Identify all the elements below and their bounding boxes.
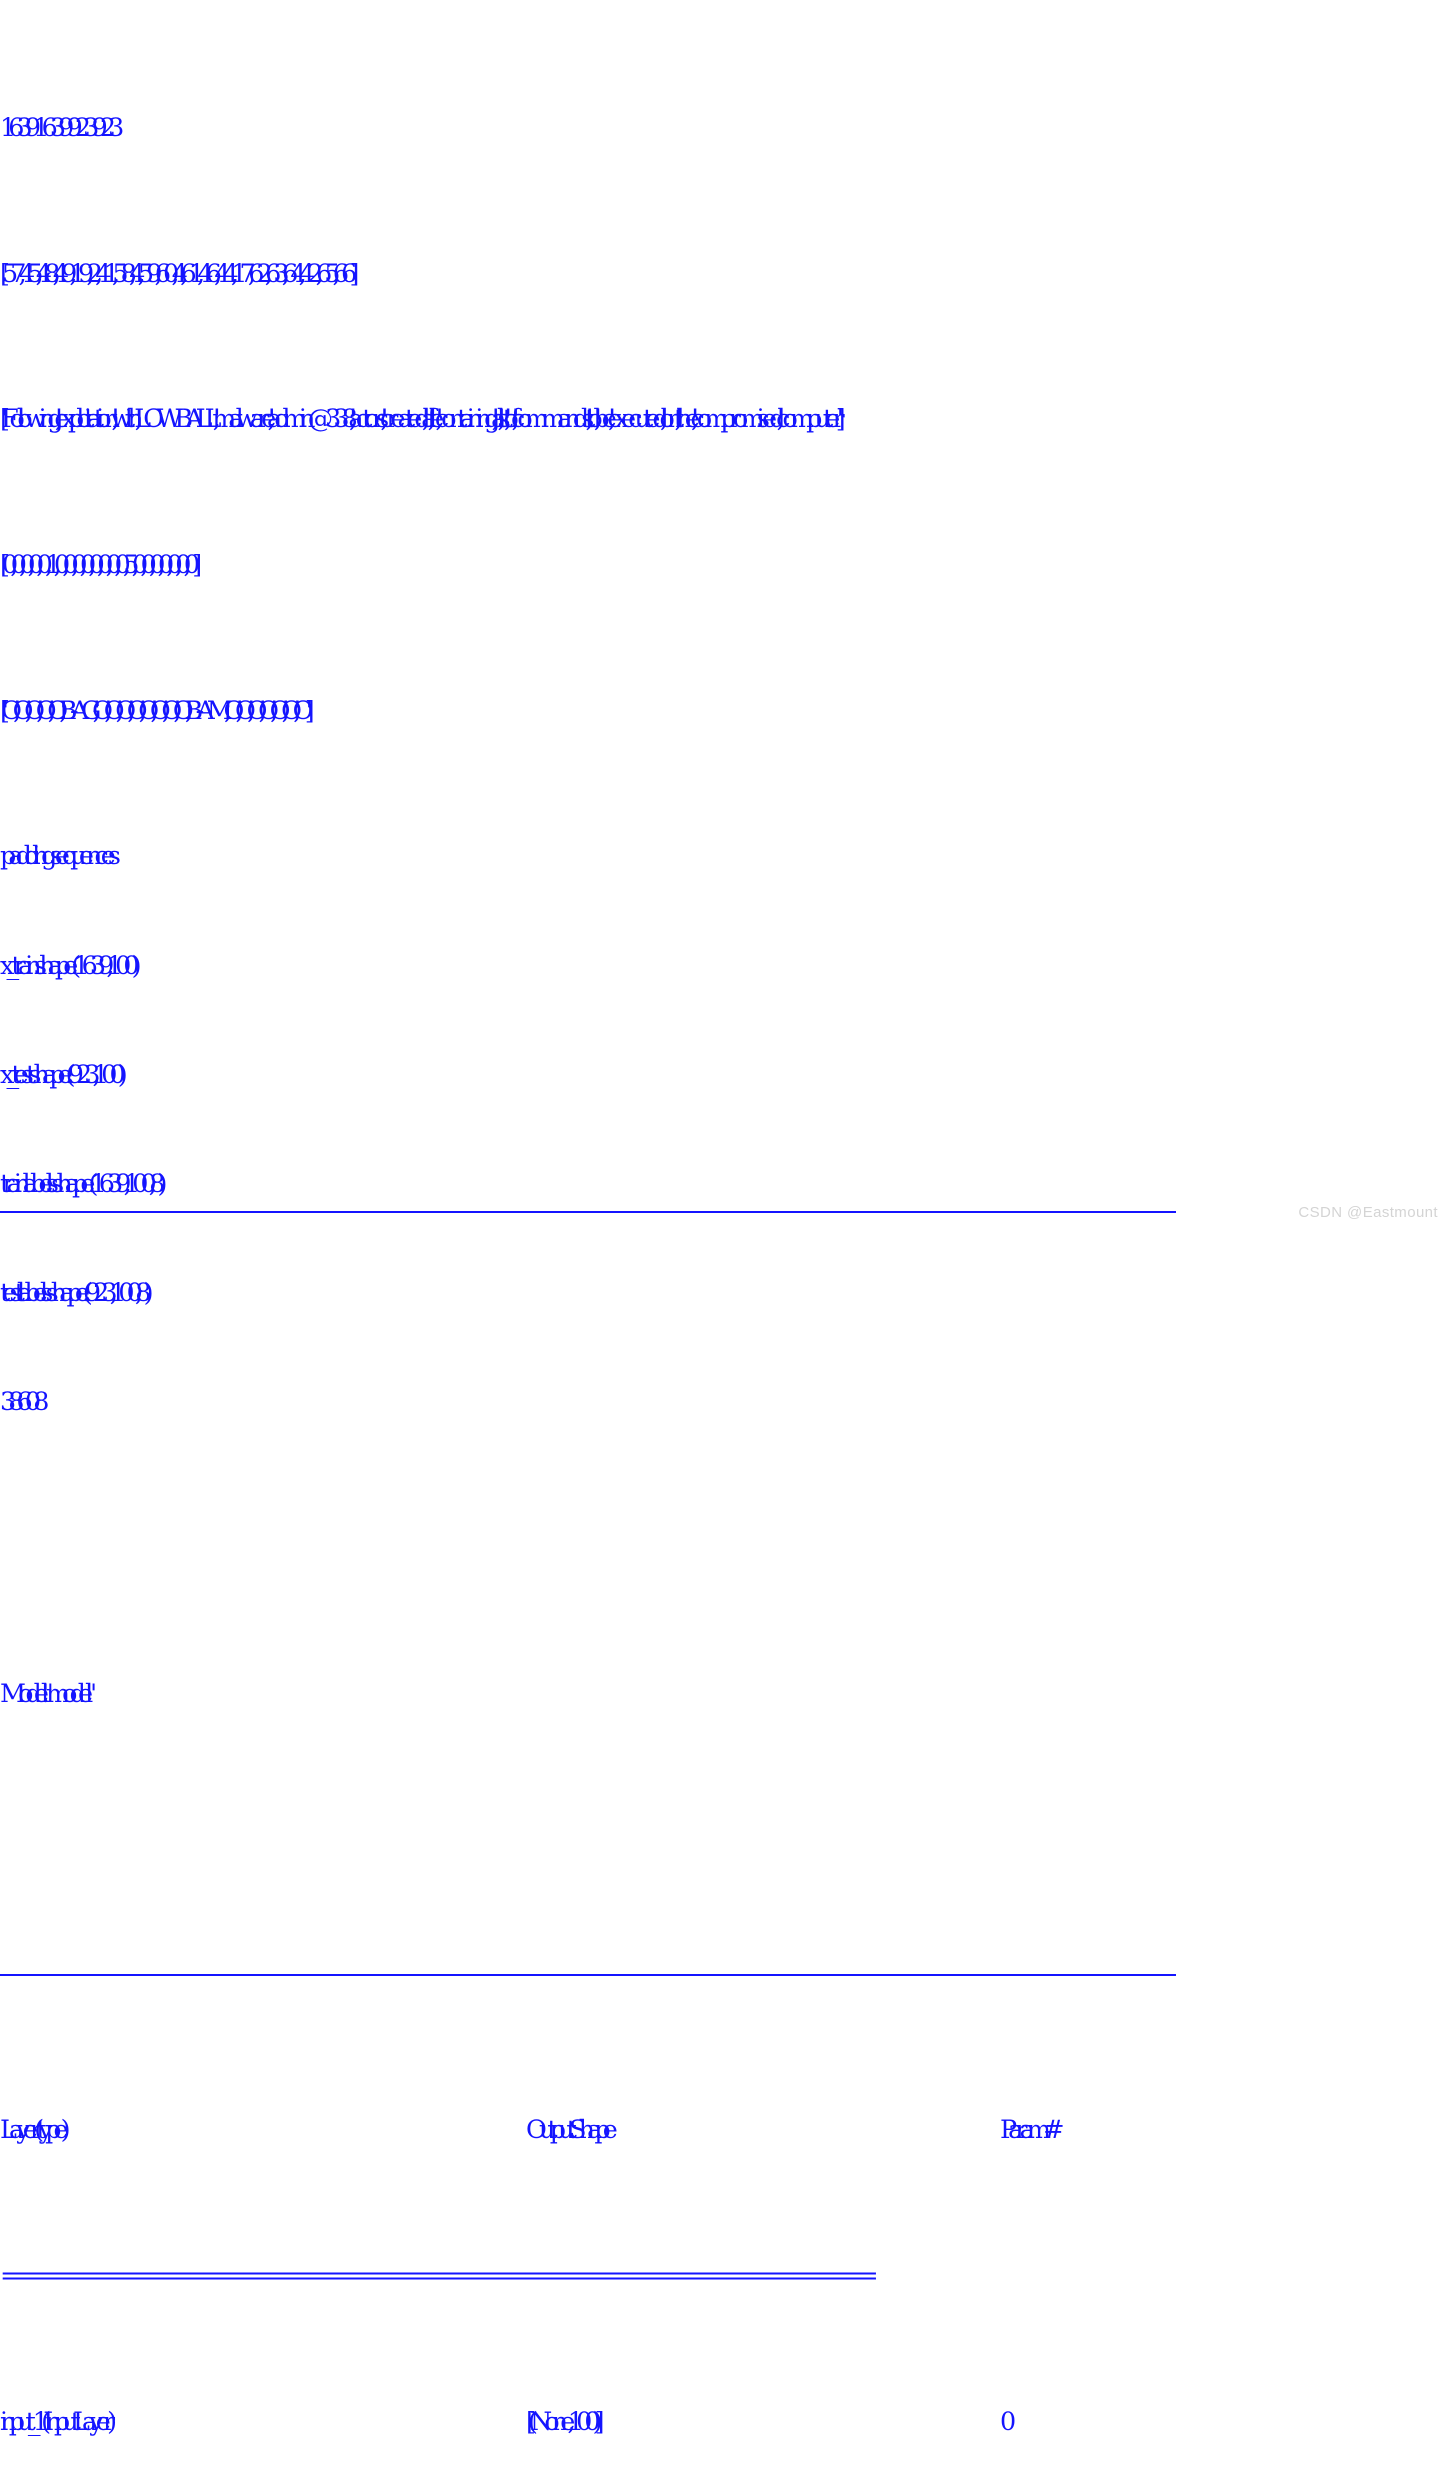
column-header-output-shape: Output Shape <box>526 2114 618 2145</box>
cell-layer: input_1 (InputLayer) <box>0 2405 117 2436</box>
table-equals-separator-top: ========================================… <box>0 2260 879 2290</box>
csdn-watermark: CSDN @Eastmount <box>1298 1204 1438 1221</box>
counts-line: 1639 1639 923 923 <box>0 112 124 143</box>
tokens-line: ['Following', 'exploitation', 'with', 'L… <box>0 403 846 434</box>
x-train-shape-line: x_train shape: (1639, 100) <box>0 949 142 980</box>
table-row: input_1 (InputLayer) [(None, 100)] 0 <box>0 2403 1450 2439</box>
testlabels-shape-line: testlabels shape: (923, 100, 8) <box>0 1277 153 1308</box>
console-output: 1639 1639 923 923 [57, 45, 48, 49, 19, 2… <box>0 0 1450 2470</box>
padding-line: padding sequences <box>0 840 121 871</box>
table-top-rule <box>0 1966 1450 2002</box>
token-ids-line: [57, 45, 48, 49, 19, 2, 41, 58, 4, 59, 6… <box>0 257 359 288</box>
model-title: Model: "model" <box>0 1677 97 1708</box>
trainlabels-shape-line: trainlabels shape: (1639, 100, 8) <box>0 1167 167 1198</box>
cell-output-shape: [(None, 100)] <box>526 2405 605 2436</box>
x-test-shape-line: x_test shape: (923, 100) <box>0 1058 128 1089</box>
vocab-size-line: 3860 8 <box>0 1386 49 1417</box>
cell-param: 0 <box>1000 2405 1016 2436</box>
column-header-layer: Layer (type) <box>0 2114 71 2145</box>
label-ids-line: [0, 0, 0, 0, 0, 1, 0, 0, 0, 0, 0, 0, 0, … <box>0 549 202 580</box>
table-bottom-rule <box>0 1211 1176 1213</box>
table-header-row: Layer (type) Output Shape Param # <box>0 2111 1450 2147</box>
column-header-param: Param # <box>1000 2114 1064 2145</box>
label-tags-line: ['O', 'O', 'O', 'O', 'O', 'B-AG', 'O', '… <box>0 694 315 725</box>
